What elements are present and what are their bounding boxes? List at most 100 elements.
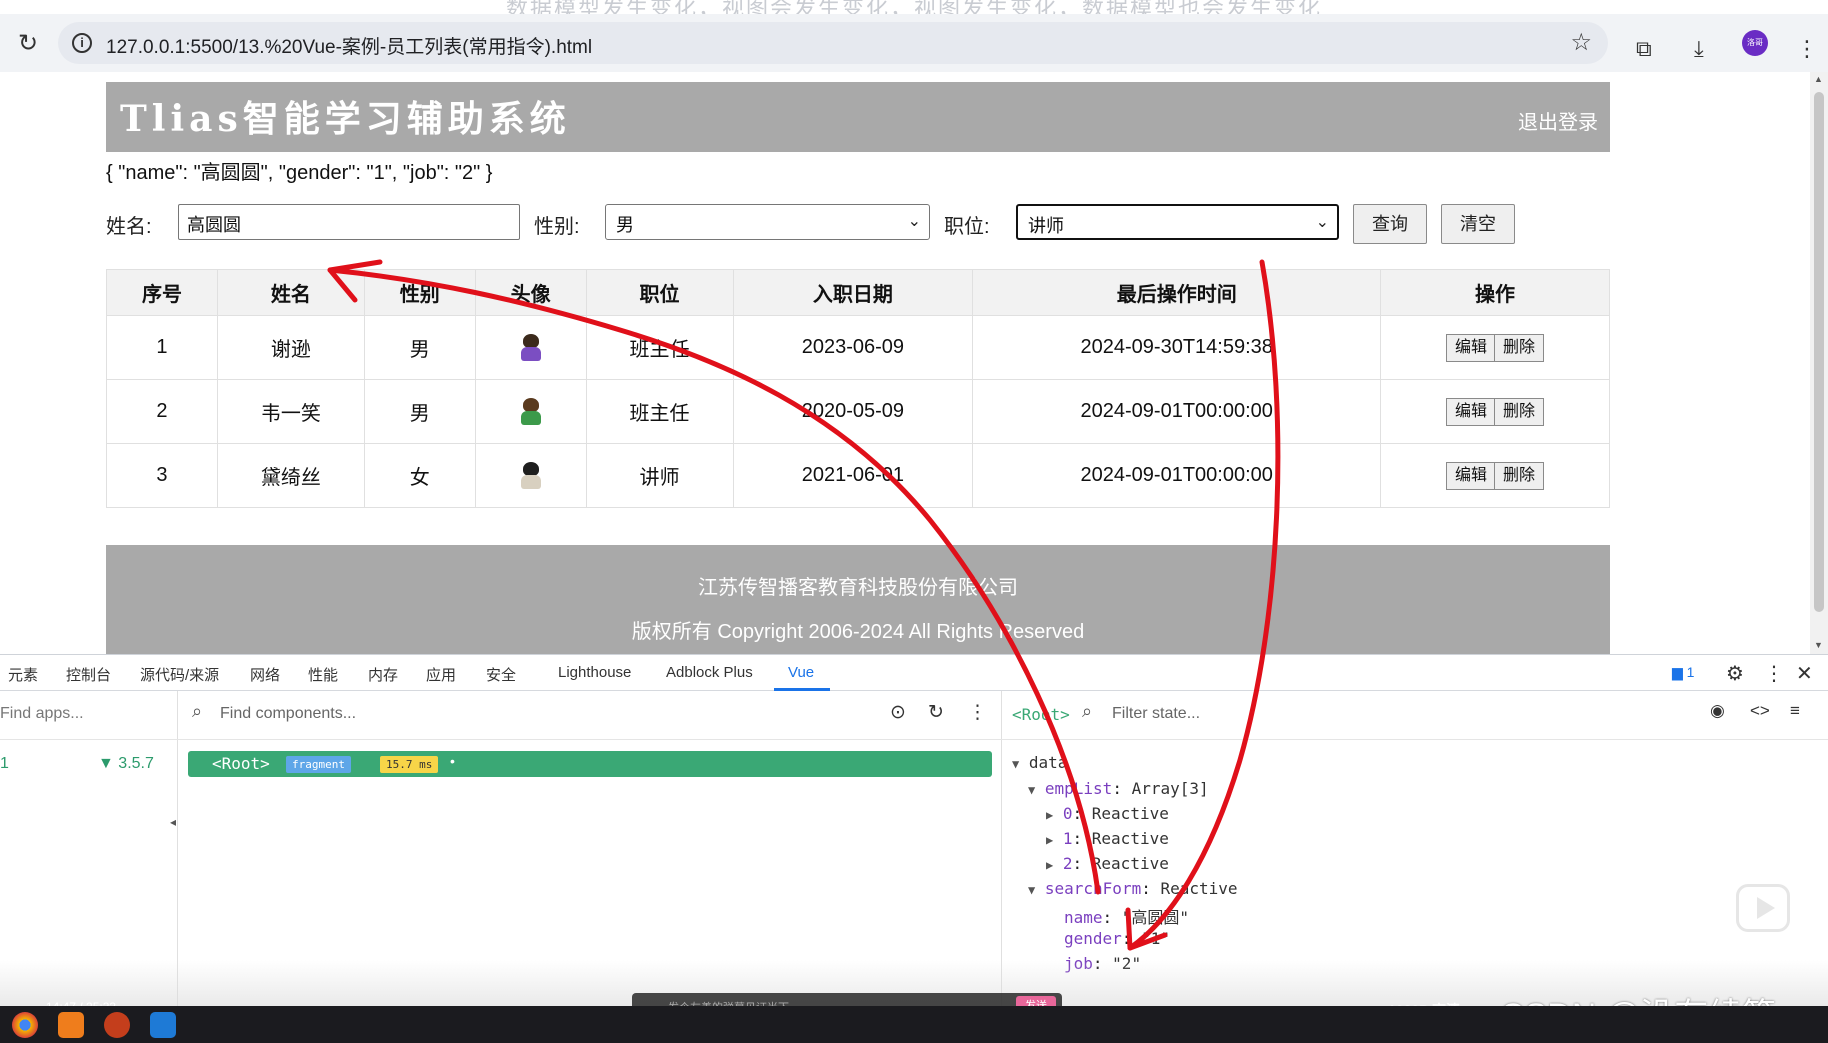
root-component-row[interactable]: <Root> fragment 15.7 ms • (188, 751, 992, 777)
state-key: 0 (1062, 804, 1073, 823)
state-emp-item[interactable]: ▶ 2: Reactive (1046, 854, 1169, 873)
tab-elements[interactable]: 元素 (8, 664, 38, 685)
vue-version[interactable]: ▼ 3.5.7 (98, 755, 154, 773)
cell-job: 班主任 (585, 379, 734, 444)
footer-copyright: 版权所有 Copyright 2006-2024 All Rights Rese… (631, 621, 1085, 643)
tab-sources[interactable]: 源代码/来源 (140, 664, 219, 685)
search-icon: ⌕ (192, 701, 203, 721)
find-components-input[interactable]: Find components... (220, 705, 356, 723)
search-button[interactable]: 查询 (1353, 204, 1427, 244)
app-id[interactable]: 1 (0, 755, 9, 773)
tab-memory[interactable]: 内存 (368, 664, 398, 685)
avatar-purple-icon (517, 332, 545, 364)
vue-version-text: 3.5.7 (118, 755, 154, 772)
scroll-down-icon[interactable]: ▼ (1814, 640, 1823, 650)
scroll-thumb[interactable] (1814, 92, 1824, 612)
state-key: gender (1064, 929, 1122, 948)
state-field[interactable]: gender: "1" (1064, 929, 1170, 948)
delete-button[interactable]: 删除 (1494, 333, 1545, 362)
edit-button[interactable]: 编辑 (1446, 397, 1497, 426)
cell-job: 班主任 (585, 315, 734, 380)
menu-icon[interactable]: ≡ (1790, 701, 1800, 721)
tab-security[interactable]: 安全 (486, 664, 516, 685)
profile-avatar[interactable]: 洛哥 (1742, 30, 1768, 56)
collapse-arrow-icon[interactable]: ◂ (170, 815, 176, 829)
bookmark-star-icon[interactable]: ☆ (1570, 28, 1592, 57)
cell-name: 韦一笑 (216, 379, 365, 444)
code-icon[interactable]: <> (1750, 701, 1770, 721)
tab-application[interactable]: 应用 (426, 664, 456, 685)
find-apps-input[interactable]: Find apps... (0, 705, 84, 723)
close-icon[interactable]: ✕ (1796, 661, 1813, 686)
column-header: 性别 (363, 269, 476, 316)
chrome-icon[interactable] (12, 1012, 38, 1038)
edit-button[interactable]: 编辑 (1446, 333, 1497, 362)
avatar-green-icon (517, 396, 545, 428)
state-value: Reactive (1091, 829, 1169, 848)
issues-badge[interactable]: ▆ 1 (1672, 664, 1694, 681)
cell-name: 谢逊 (216, 315, 365, 380)
tab-network[interactable]: 网络 (250, 664, 280, 685)
reload-icon[interactable]: ↻ (14, 30, 42, 58)
address-bar[interactable]: i 127.0.0.1:5500/13.%20Vue-案例-员工列表(常用指令)… (58, 22, 1608, 64)
state-field[interactable]: name: "高圆圆" (1064, 904, 1189, 928)
state-emp-list[interactable]: ▼ empList: Array[3] (1028, 779, 1209, 798)
table-row: 1 谢逊 男 班主任 2023-06-09 2024-09-30T14:59:3… (106, 315, 1610, 380)
refresh-icon[interactable]: ↻ (928, 701, 944, 724)
cell-index: 2 (106, 379, 218, 444)
edit-button[interactable]: 编辑 (1446, 461, 1497, 490)
divider (1002, 739, 1828, 740)
powerpoint-icon[interactable] (104, 1012, 130, 1038)
play-icon (1757, 897, 1775, 919)
state-emp-item[interactable]: ▶ 1: Reactive (1046, 829, 1169, 848)
gender-select-value: 男 (616, 215, 634, 235)
play-button[interactable] (1736, 884, 1790, 932)
gender-select[interactable]: 男 ⌄ (605, 204, 930, 240)
state-section-data[interactable]: ▼ data (1012, 753, 1067, 772)
cell-avatar (474, 443, 587, 508)
column-header: 序号 (106, 269, 218, 316)
state-emp-item[interactable]: ▶ 0: Reactive (1046, 804, 1169, 823)
state-key: searchForm (1044, 879, 1142, 898)
page-scrollbar[interactable]: ▲ ▼ (1810, 72, 1828, 654)
tab-lighthouse[interactable]: Lighthouse (558, 664, 631, 681)
job-select[interactable]: 讲师 ⌄ (1016, 204, 1339, 240)
job-label: 职位: (944, 216, 990, 238)
logout-link[interactable]: 退出登录 (1518, 106, 1598, 135)
name-input[interactable]: 高圆圆 (178, 204, 520, 240)
filter-state-input[interactable]: Filter state... (1112, 705, 1200, 723)
site-info-icon[interactable]: i (72, 33, 92, 53)
delete-button[interactable]: 删除 (1494, 397, 1545, 426)
selected-component-label: <Root> (1012, 705, 1070, 724)
settings-gear-icon[interactable]: ⚙ (1726, 661, 1744, 686)
more-options-icon[interactable]: ⋮ (968, 701, 987, 724)
download-icon[interactable]: ⤓ (1694, 36, 1704, 62)
tab-performance[interactable]: 性能 (308, 664, 338, 685)
tab-console[interactable]: 控制台 (66, 664, 111, 685)
tab-adblock[interactable]: Adblock Plus (666, 664, 753, 681)
scroll-up-icon[interactable]: ▲ (1814, 74, 1823, 84)
delete-button[interactable]: 删除 (1494, 461, 1545, 490)
column-header: 姓名 (216, 269, 365, 316)
url-text[interactable]: 127.0.0.1:5500/13.%20Vue-案例-员工列表(常用指令).h… (106, 32, 592, 59)
tab-vue[interactable]: Vue (788, 664, 814, 681)
table-row: 3 黛绮丝 女 讲师 2021-06-01 2024-09-01T00:00:0… (106, 443, 1610, 508)
cell-actions: 编辑 删除 (1380, 315, 1610, 380)
state-key: name (1064, 908, 1103, 927)
select-component-icon[interactable]: ⊙ (890, 701, 906, 724)
extensions-icon[interactable]: ⧉ (1636, 36, 1652, 62)
job-select-value: 讲师 (1028, 216, 1064, 236)
browser-menu-icon[interactable]: ⋮ (1796, 36, 1818, 62)
chevron-down-icon: ⌄ (907, 213, 921, 230)
eye-icon[interactable]: ◉ (1710, 701, 1725, 721)
more-options-icon[interactable]: ⋮ (1764, 661, 1784, 686)
footer-company: 江苏传智播客教育科技股份有限公司 (698, 577, 1018, 599)
devtools-tab-bar: 元素 控制台 源代码/来源 网络 性能 内存 应用 安全 Lighthouse … (0, 655, 1828, 691)
state-search-form[interactable]: ▼ searchForm: Reactive (1028, 879, 1238, 898)
vscode-icon[interactable] (150, 1012, 176, 1038)
sublime-text-icon[interactable] (58, 1012, 84, 1038)
fragment-badge: fragment (286, 756, 351, 773)
cell-entry-date: 2020-05-09 (732, 379, 974, 444)
clear-button[interactable]: 清空 (1441, 204, 1515, 244)
cell-gender: 男 (363, 379, 476, 444)
